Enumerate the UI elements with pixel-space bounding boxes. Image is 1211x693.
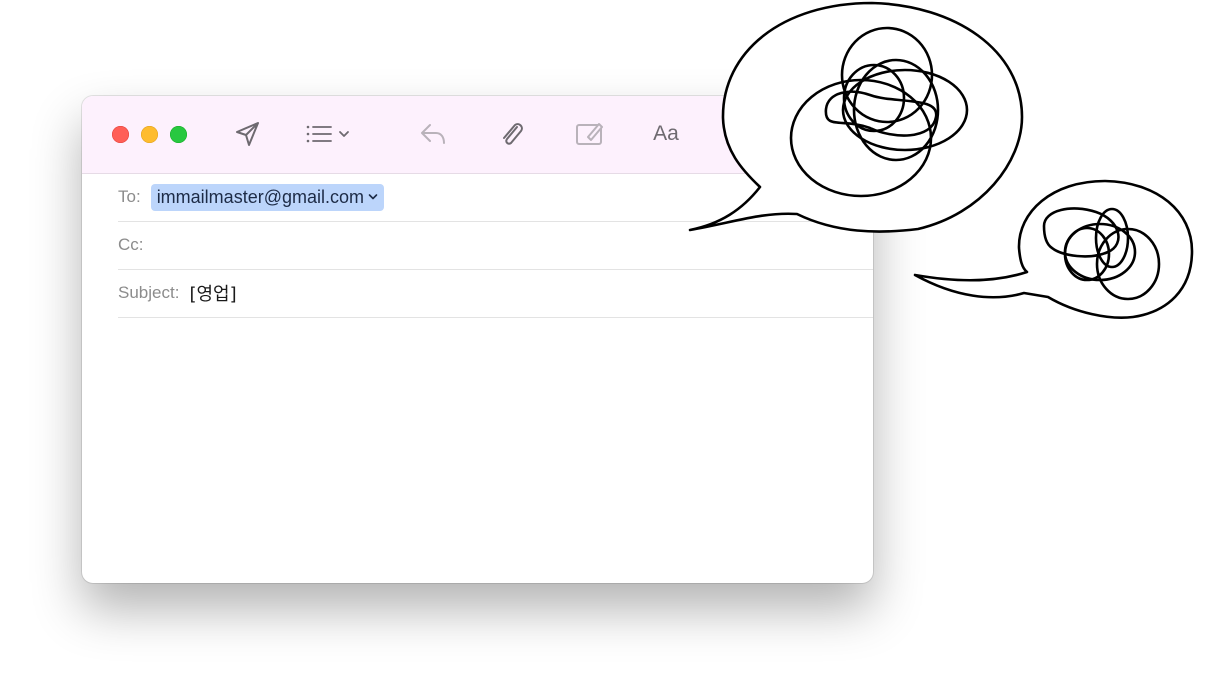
zoom-window-button[interactable] [170,126,187,143]
list-format-button[interactable] [304,118,354,150]
compose-window: Aa To: immailmaster@gmail.com Cc: Subjec… [82,96,873,583]
compose-toolbar: Aa [82,96,873,174]
cc-field-row[interactable]: Cc: [118,221,873,270]
paperclip-icon [497,119,527,149]
send-icon [234,120,262,148]
attach-button[interactable] [495,118,529,150]
list-format-icon [305,122,353,146]
cc-label: Cc: [118,235,144,254]
subject-field-row[interactable]: Subject: [영업] [118,269,873,318]
message-body[interactable] [118,336,853,563]
send-button[interactable] [232,118,264,150]
font-format-button[interactable]: Aa [648,118,684,150]
to-field-row: To: immailmaster@gmail.com [118,173,873,222]
recipient-token[interactable]: immailmaster@gmail.com [150,183,384,211]
markup-button[interactable] [572,118,608,150]
markup-icon [574,120,606,148]
to-label: To: [118,187,141,206]
minimize-window-button[interactable] [141,126,158,143]
reply-button[interactable] [416,118,450,150]
subject-label: Subject: [118,283,180,302]
speech-bubble-scribble-small [913,179,1194,319]
subject-input[interactable]: [영업] [189,280,236,306]
close-window-button[interactable] [112,126,129,143]
stage: Aa To: immailmaster@gmail.com Cc: Subjec… [0,0,1211,693]
reply-icon [418,120,448,148]
chevron-down-icon[interactable] [368,193,378,201]
recipient-address: immailmaster@gmail.com [156,186,364,207]
